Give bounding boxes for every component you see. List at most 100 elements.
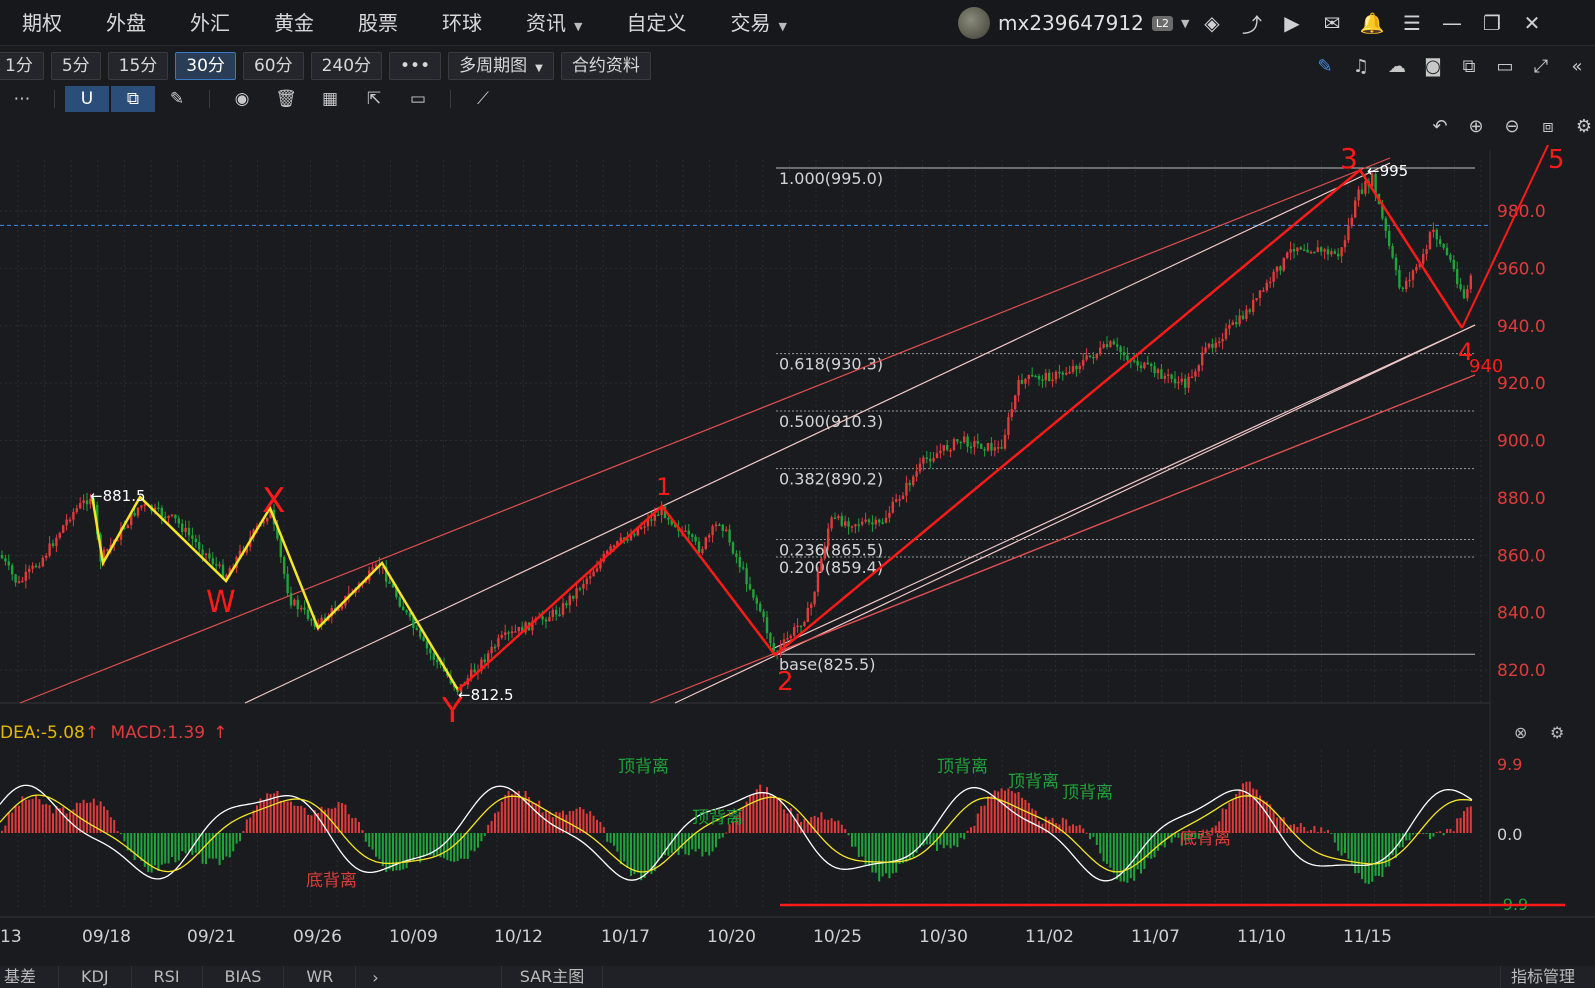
macd-bar [242, 831, 245, 833]
candle-body [990, 443, 993, 451]
undo-icon[interactable]: ↶ [1422, 116, 1458, 137]
indicator-tab-4[interactable]: WR [284, 966, 357, 988]
candle-body [901, 495, 905, 500]
bell-icon[interactable]: 🔔 [1352, 0, 1392, 46]
candle-body [1282, 257, 1285, 271]
username[interactable]: mx239647912 [998, 11, 1144, 35]
collapse-icon[interactable]: « [1559, 56, 1595, 77]
pen-icon[interactable]: ✎ [1307, 56, 1343, 77]
candle-body [1364, 181, 1367, 194]
macd-bar [946, 833, 949, 846]
indicator-tab-0[interactable]: 基差 [0, 966, 60, 988]
copy-icon[interactable]: ⧉ [1451, 56, 1487, 77]
camera-icon[interactable]: ◙ [1415, 56, 1451, 77]
candle-body [398, 597, 401, 607]
candle-body [283, 557, 286, 574]
reset-icon[interactable]: ⧈ [1530, 116, 1566, 137]
indicator-tab-list: 基差 KDJ RSI BIAS WR [0, 966, 357, 988]
contract-info-button[interactable]: 合约资料 [560, 52, 651, 80]
eye-icon[interactable]: ◉ [220, 86, 264, 112]
macd-bar [640, 833, 643, 881]
multi-period-button[interactable]: 多周期图 ▼ [448, 52, 554, 80]
avatar[interactable] [958, 7, 990, 39]
restore-window-icon[interactable]: ❐ [1472, 0, 1512, 46]
comment-icon[interactable]: ▭ [396, 86, 440, 112]
macd-bar [497, 811, 500, 833]
candle-body [1422, 254, 1425, 264]
candle-body [748, 584, 752, 590]
nav-item-4[interactable]: 股票 [336, 0, 420, 46]
link-icon[interactable]: ⧉ [111, 86, 155, 112]
candle-body [184, 527, 187, 532]
macd-bar [1068, 825, 1071, 833]
annotation-940: 940 [1469, 356, 1503, 377]
nav-item-0[interactable]: 期权 [0, 0, 84, 46]
more-icon[interactable]: ⋯ [0, 86, 44, 112]
nav-item-8[interactable]: 交易 ▼ [708, 0, 808, 46]
zoom-in-icon[interactable]: ⊕ [1458, 116, 1494, 137]
export-icon[interactable]: ⇱ [352, 86, 396, 112]
multi-period-label: 多周期图 [459, 56, 528, 76]
macd-bar [973, 825, 976, 833]
close-icon[interactable]: ✕ [1512, 0, 1552, 46]
candle-body [1204, 347, 1207, 353]
candle-body [895, 499, 898, 502]
nav-item-5[interactable]: 环球 [420, 0, 504, 46]
chevron-right-icon[interactable]: › [356, 968, 394, 987]
period-button-0[interactable]: 1分 [0, 52, 44, 80]
close-circle-icon[interactable]: ⊗ [1514, 723, 1527, 742]
settings-icon[interactable]: ⚙ [1550, 723, 1564, 742]
grid-icon[interactable]: ▦ [308, 86, 352, 112]
indicator-tab-1[interactable]: KDJ [59, 966, 132, 988]
cloud-icon[interactable]: ☁ [1379, 56, 1415, 77]
period-button-3[interactable]: 30分 [175, 52, 236, 80]
candle-body [850, 526, 854, 528]
more-periods-button[interactable]: ••• [389, 52, 442, 80]
macd-bar [1065, 819, 1068, 833]
nav-item-1[interactable]: 外盘 [84, 0, 168, 46]
period-button-2[interactable]: 15分 [107, 52, 169, 80]
settings-icon[interactable]: ⚙ [1566, 116, 1595, 137]
sar-main-tab[interactable]: SAR主图 [500, 966, 604, 988]
minimize-icon[interactable]: — [1432, 0, 1472, 46]
bell-outline-icon[interactable]: ♫ [1343, 56, 1379, 77]
candle-body [493, 646, 497, 649]
nav-item-7[interactable]: 自定义 [604, 0, 708, 46]
macd-bar [772, 797, 775, 833]
menu-icon[interactable]: ☰ [1392, 0, 1432, 46]
mail-icon[interactable]: ✉ [1312, 0, 1352, 46]
nav-item-3[interactable]: 黄金 [252, 0, 336, 46]
period-button-4[interactable]: 60分 [242, 52, 304, 80]
chevron-down-icon[interactable]: ▼ [1181, 17, 1189, 30]
video-icon[interactable]: ▶ [1272, 0, 1312, 46]
candle-body [1255, 298, 1258, 301]
ruler-icon[interactable]: ⟋ [461, 86, 505, 112]
magnet-icon[interactable]: U [65, 86, 109, 112]
period-button-1[interactable]: 5分 [50, 52, 101, 80]
indicator-tab-2[interactable]: RSI [132, 966, 203, 988]
macd-bar [857, 833, 860, 858]
export-icon[interactable]: ⤴ [1232, 0, 1272, 46]
nav-item-2[interactable]: 外汇 [168, 0, 252, 46]
layers-icon[interactable]: ◈ [1192, 0, 1232, 46]
candle-body [1075, 366, 1078, 370]
monitor-icon[interactable]: ▭ [1487, 56, 1523, 77]
top-icons: ◈ ⤴ ▶ ✉ 🔔 ☰ — ❐ ✕ [1192, 0, 1552, 46]
nav-item-6[interactable]: 资讯 ▼ [504, 0, 604, 46]
candle-body [1197, 365, 1200, 372]
zoom-out-icon[interactable]: ⊖ [1494, 116, 1530, 137]
candle-body [1133, 360, 1136, 362]
candle-body [194, 538, 197, 543]
indicator-manage-button[interactable]: 指标管理 [1499, 966, 1585, 988]
macd-bar [273, 793, 275, 833]
macd-bar [109, 817, 112, 833]
chart-area[interactable]: 980.0 960.0 940.0 920.0 900.0 880.0 860.0 840.0… [0, 140, 1595, 966]
pencil-icon[interactable]: ✎ [155, 86, 199, 112]
period-button-5[interactable]: 240分 [310, 52, 383, 80]
trash-icon[interactable]: 🗑 [264, 86, 308, 112]
candle-body [191, 535, 194, 539]
candle-body [898, 499, 901, 501]
indicator-tab-3[interactable]: BIAS [203, 966, 285, 988]
fullscreen-icon[interactable]: ⤢ [1523, 56, 1559, 77]
user-area[interactable]: mx239647912 L2 ▼ [958, 0, 1189, 46]
